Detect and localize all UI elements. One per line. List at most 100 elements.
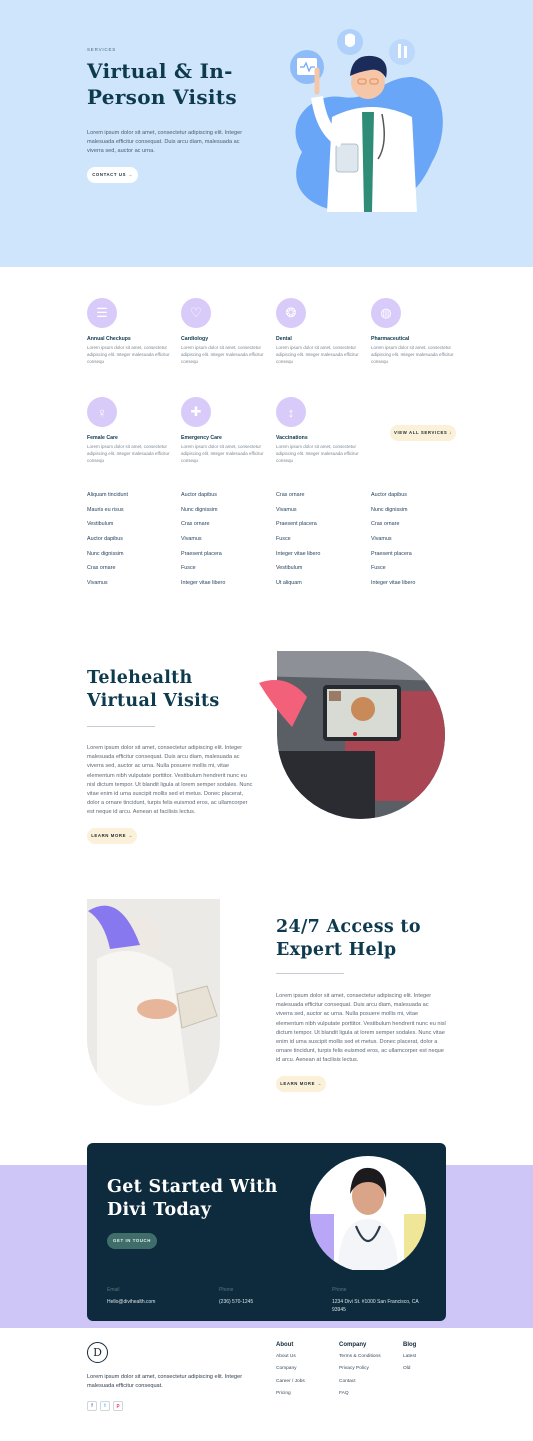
- service-link[interactable]: Cras ornare: [181, 521, 271, 536]
- telehealth-title: Telehealth Virtual Visits: [87, 668, 220, 711]
- hero-title: Virtual & In-Person Visits: [87, 59, 237, 109]
- service-card[interactable]: ♡ Cardiology Lorem ipsum dolor sit amet, c…: [181, 298, 269, 366]
- get-in-touch-button[interactable]: GET IN TOUCH: [107, 1233, 157, 1249]
- footer-link[interactable]: About Us: [276, 1354, 305, 1366]
- service-title: Female Care: [87, 435, 118, 441]
- hero-eyebrow: SERVICES: [87, 47, 117, 52]
- divider: [276, 973, 344, 974]
- service-link[interactable]: Auctor dapibus: [181, 492, 271, 507]
- service-link[interactable]: Praesent placera: [371, 551, 461, 566]
- service-link[interactable]: Auctor dapibus: [87, 536, 177, 551]
- service-description: Lorem ipsum dolor sit amet, consectetur …: [181, 444, 264, 464]
- footer-column-title: About: [276, 1342, 294, 1348]
- twitter-icon[interactable]: t: [100, 1401, 110, 1411]
- service-card[interactable]: ◍ Pharmaceutical Lorem ipsum dolor sit ame…: [371, 298, 459, 366]
- phone-label: Phone: [219, 1287, 234, 1293]
- female-icon: ♀: [87, 397, 117, 427]
- service-description: Lorem ipsum dolor sit amet, consectetur …: [87, 444, 170, 464]
- service-link[interactable]: Cras ornare: [371, 521, 461, 536]
- footer-link[interactable]: Pricing: [276, 1391, 305, 1403]
- doctor-portrait: [310, 1156, 426, 1270]
- service-description: Lorem ipsum dolor sit amet, consectetur …: [87, 345, 170, 365]
- service-title: Dental: [276, 336, 292, 342]
- service-title: Cardiology: [181, 336, 209, 342]
- contact-us-button[interactable]: CONTACT US →: [87, 167, 138, 183]
- footer-link[interactable]: Terms & Conditions: [339, 1354, 381, 1366]
- footer-column: About About Us Company Career / Jobs Pricing: [276, 1342, 305, 1404]
- cta-card: Get Started With Divi Today GET IN TOUCH…: [87, 1143, 446, 1321]
- service-link[interactable]: Fusce: [371, 565, 461, 580]
- telehealth-body: Lorem ipsum dolor sit amet, consectetur …: [87, 745, 253, 816]
- service-link[interactable]: Nunc dignissim: [371, 507, 461, 522]
- service-link[interactable]: Vivamus: [371, 536, 461, 551]
- service-link[interactable]: Vivamus: [181, 536, 271, 551]
- access-learn-more-button[interactable]: LEARN MORE →: [276, 1076, 326, 1092]
- service-link[interactable]: Integer vitae libero: [371, 580, 461, 595]
- service-card[interactable]: ✚ Emergency Care Lorem ipsum dolor sit ame…: [181, 397, 269, 465]
- email-value[interactable]: Hello@divihealth.com: [107, 1298, 155, 1306]
- service-link[interactable]: Integer vitae libero: [181, 580, 271, 595]
- service-card[interactable]: ♀ Female Care Lorem ipsum dolor sit amet, …: [87, 397, 175, 465]
- view-all-services-button[interactable]: VIEW ALL SERVICES ↓: [390, 425, 456, 441]
- service-link[interactable]: Nunc dignissim: [87, 551, 177, 566]
- service-link[interactable]: Vivamus: [87, 580, 177, 595]
- access-body: Lorem ipsum dolor sit amet, consectetur …: [276, 993, 446, 1064]
- service-link[interactable]: Fusce: [181, 565, 271, 580]
- service-card[interactable]: ❂ Dental Lorem ipsum dolor sit amet, conse…: [276, 298, 364, 366]
- hero-description: Lorem ipsum dolor sit amet, consectetur …: [87, 130, 243, 155]
- service-link[interactable]: Vestibulum: [87, 521, 177, 536]
- clipboard-icon: ☰: [87, 298, 117, 328]
- syringe-icon: ↕: [276, 397, 306, 427]
- service-link[interactable]: Auctor dapibus: [371, 492, 461, 507]
- service-link[interactable]: Praesent placera: [181, 551, 271, 566]
- link-column: Cras ornare Vivamus Praesent placera Fusce I…: [276, 492, 366, 595]
- service-link[interactable]: Fusce: [276, 536, 366, 551]
- service-link[interactable]: Integer vitae libero: [276, 551, 366, 566]
- telehealth-learn-more-button[interactable]: LEARN MORE →: [87, 828, 137, 844]
- heart-monitor-icon: ♡: [181, 298, 211, 328]
- service-title: Pharmaceutical: [371, 336, 410, 342]
- service-title: Annual Checkups: [87, 336, 131, 342]
- service-description: Lorem ipsum dolor sit amet, consectetur …: [276, 345, 359, 365]
- service-card[interactable]: ↕ Vaccinations Lorem ipsum dolor sit amet,…: [276, 397, 364, 465]
- divi-logo[interactable]: D: [87, 1342, 108, 1363]
- ambulance-icon: ✚: [181, 397, 211, 427]
- service-card[interactable]: ☰ Annual Checkups Lorem ipsum dolor sit am…: [87, 298, 175, 366]
- footer-link[interactable]: Contact: [339, 1379, 381, 1391]
- cta-title: Get Started With Divi Today: [107, 1177, 278, 1220]
- service-link[interactable]: Nunc dignissim: [181, 507, 271, 522]
- link-column: Auctor dapibus Nunc dignissim Cras ornare V…: [181, 492, 271, 595]
- service-link[interactable]: Vivamus: [276, 507, 366, 522]
- link-column: Aliquam tincidunt Mauris eu risus Vestibul…: [87, 492, 177, 595]
- footer-text: Lorem ipsum dolor sit amet, consectetur …: [87, 1374, 243, 1390]
- pills-icon: ◍: [371, 298, 401, 328]
- tooth-icon: ❂: [276, 298, 306, 328]
- footer-link[interactable]: Latest: [403, 1354, 416, 1366]
- service-link[interactable]: Cras ornare: [87, 565, 177, 580]
- phone-value[interactable]: (236) 570-1245: [219, 1298, 253, 1306]
- service-link[interactable]: Mauris eu risus: [87, 507, 177, 522]
- footer-link[interactable]: FAQ: [339, 1391, 381, 1403]
- service-description: Lorem ipsum dolor sit amet, consectetur …: [276, 444, 359, 464]
- service-link[interactable]: Praesent placera: [276, 521, 366, 536]
- service-link[interactable]: Ut aliquam: [276, 580, 366, 595]
- hero-section: SERVICES Virtual & In-Person Visits Lore…: [0, 0, 533, 267]
- facebook-icon[interactable]: f: [87, 1401, 97, 1411]
- service-title: Emergency Care: [181, 435, 222, 441]
- email-label: Email: [107, 1287, 120, 1293]
- address-label: Phone: [332, 1287, 347, 1293]
- pinterest-icon[interactable]: p: [113, 1401, 123, 1411]
- footer-link[interactable]: Career / Jobs: [276, 1379, 305, 1391]
- footer-column-title: Company: [339, 1342, 367, 1348]
- telehealth-photo: [259, 651, 445, 819]
- service-link[interactable]: Vestibulum: [276, 565, 366, 580]
- link-column: Auctor dapibus Nunc dignissim Cras ornare V…: [371, 492, 461, 595]
- service-description: Lorem ipsum dolor sit amet, consectetur …: [181, 345, 264, 365]
- service-link[interactable]: Aliquam tincidunt: [87, 492, 177, 507]
- service-link[interactable]: Cras ornare: [276, 492, 366, 507]
- footer-link[interactable]: Privacy Policy: [339, 1366, 381, 1378]
- footer-column-title: Blog: [403, 1342, 417, 1348]
- access-title: 24/7 Access to Expert Help: [276, 917, 421, 960]
- footer-link[interactable]: Old: [403, 1366, 416, 1378]
- footer-link[interactable]: Company: [276, 1366, 305, 1378]
